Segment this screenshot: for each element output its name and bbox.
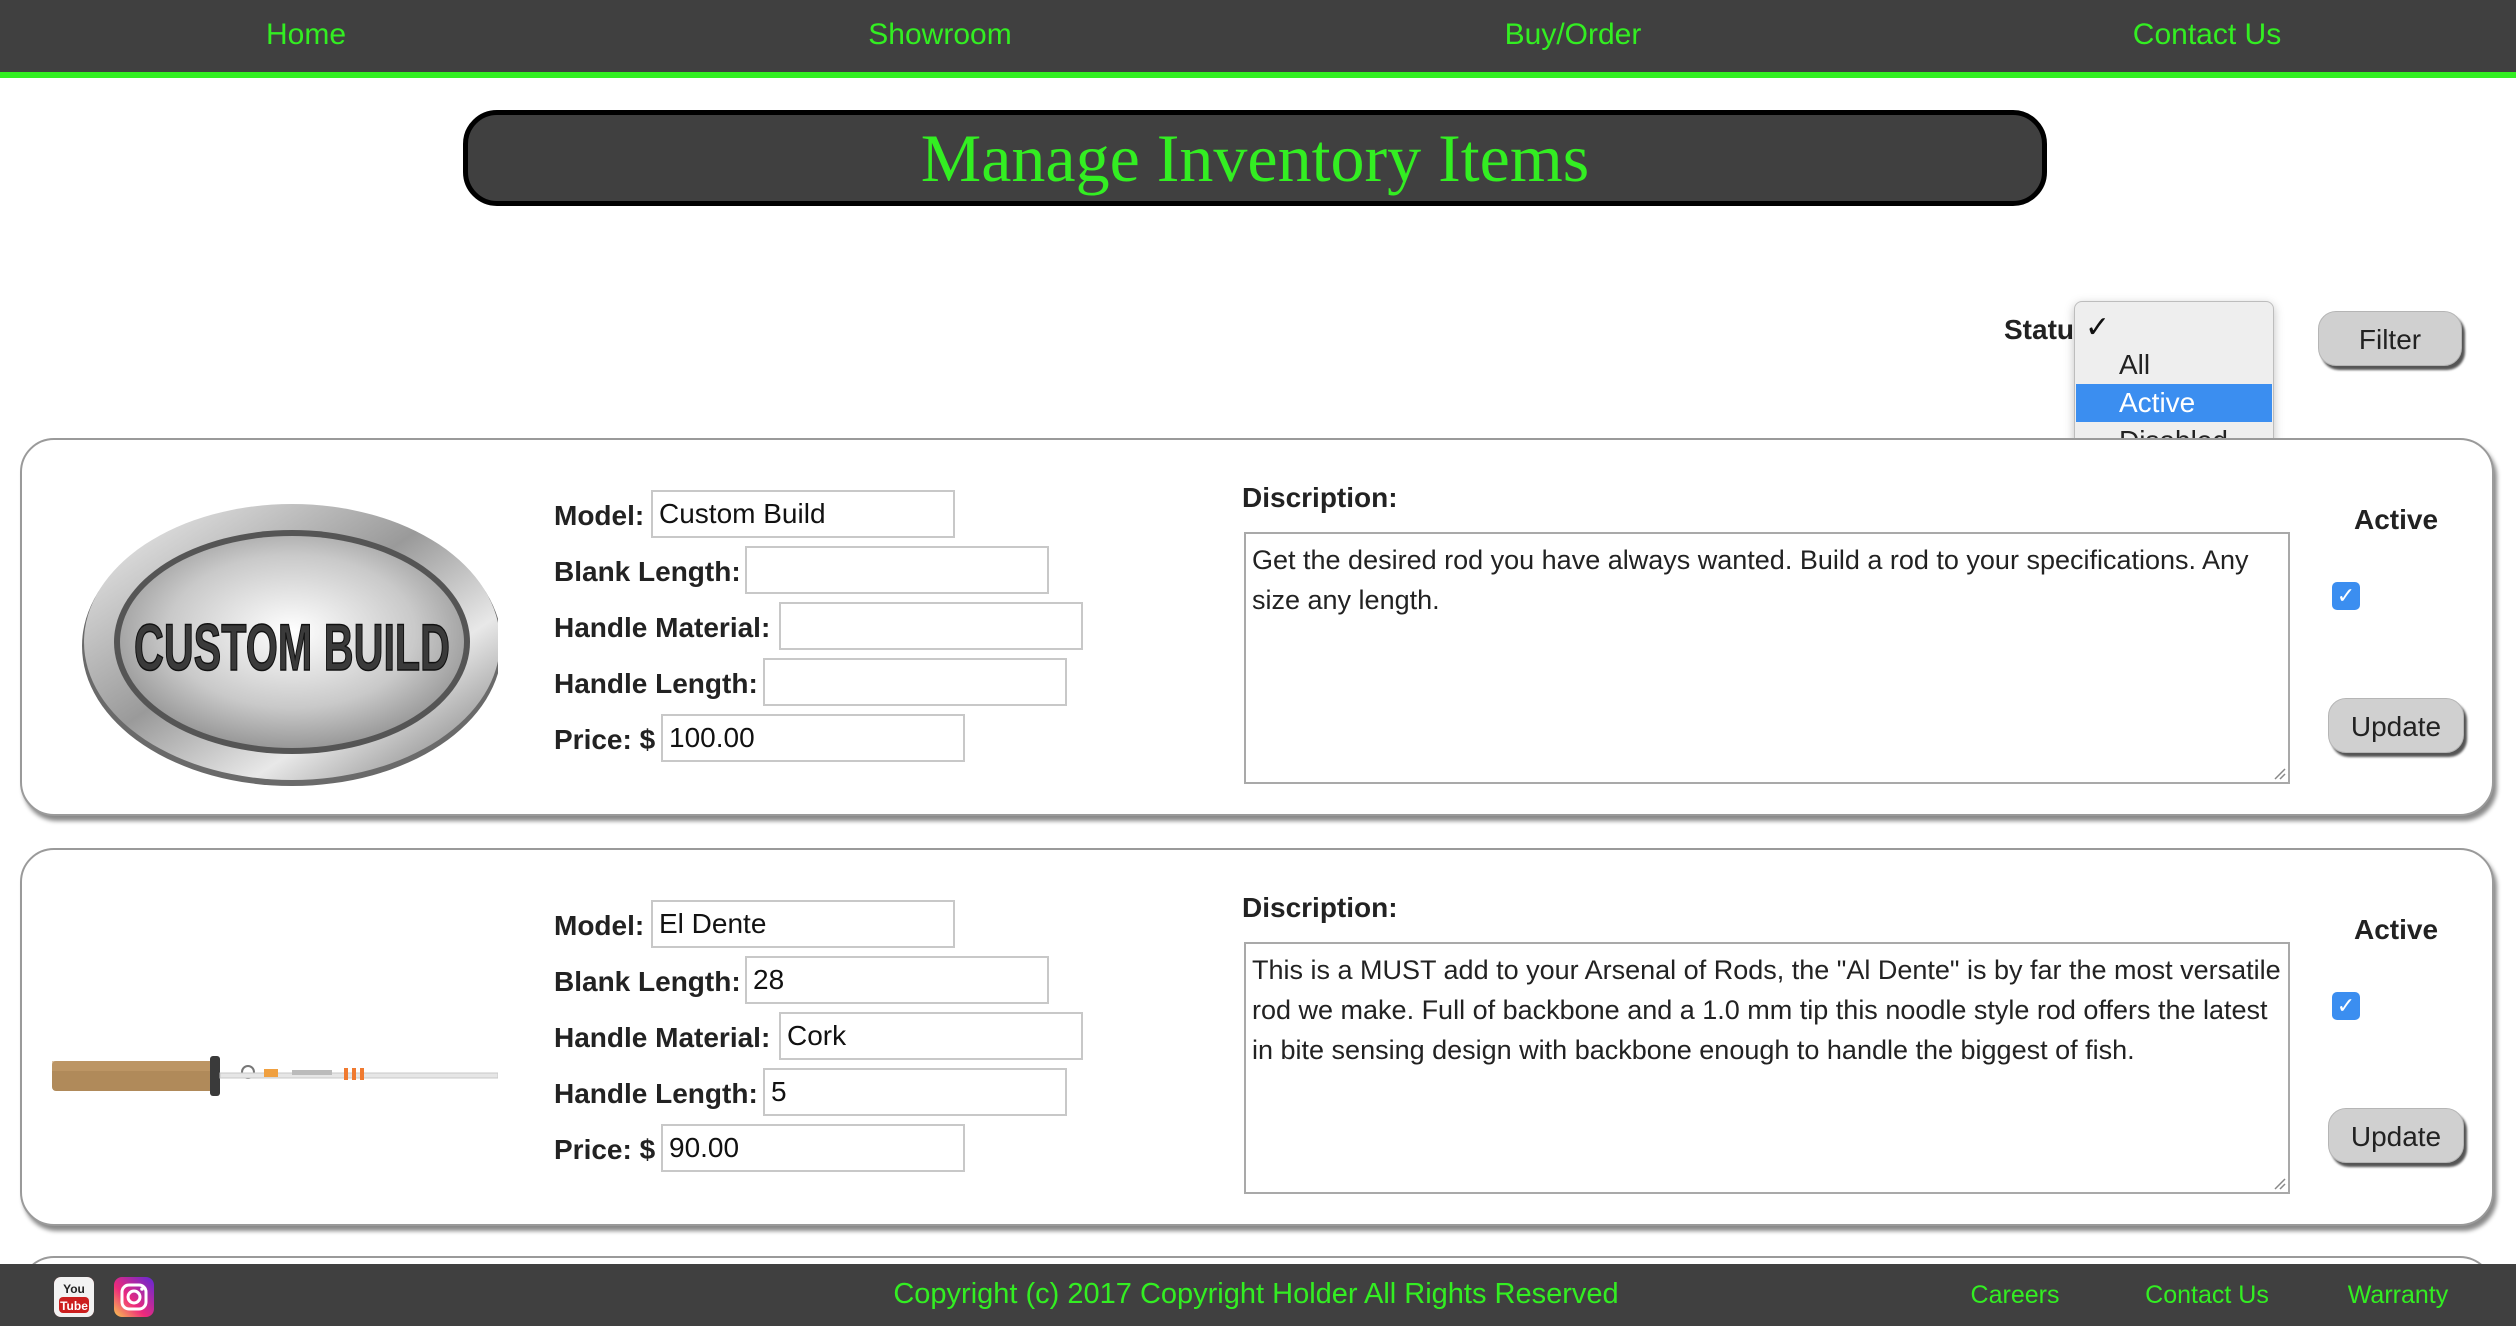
handle-length-label: Handle Length:	[554, 1078, 758, 1109]
active-label: Active	[2354, 504, 2439, 535]
handle-material-label: Handle Material:	[554, 612, 771, 643]
footer-careers-link[interactable]: Careers	[1971, 1281, 2060, 1310]
status-option-all[interactable]: All	[2076, 346, 2272, 384]
checkmark-icon: ✓	[2336, 583, 2356, 608]
model-label: Model:	[554, 910, 645, 941]
footer-warranty-link[interactable]: Warranty	[2348, 1281, 2448, 1310]
blank-length-label: Blank Length:	[554, 966, 741, 997]
blank-length-input[interactable]	[745, 546, 1049, 594]
instagram-icon[interactable]	[114, 1277, 154, 1317]
page-title-banner: Manage Inventory Items	[463, 110, 2047, 206]
update-button[interactable]: Update	[2328, 698, 2464, 753]
youtube-icon[interactable]: You Tube	[54, 1277, 94, 1317]
active-checkbox[interactable]: ✓	[2332, 582, 2360, 610]
nav-showroom-link[interactable]: Showroom	[868, 18, 1011, 52]
price-label: Price: $	[554, 1134, 656, 1165]
svg-text:You: You	[63, 1282, 85, 1296]
nav-contact-us-link[interactable]: Contact Us	[2133, 18, 2281, 52]
description-label: Discription:	[1242, 892, 1398, 923]
footer: You Tube Copyright (c) 2017 Copyright Ho…	[0, 1264, 2516, 1326]
update-button[interactable]: Update	[2328, 1108, 2464, 1163]
handle-material-input[interactable]: Cork	[779, 1012, 1083, 1060]
status-filter-label: Statu	[2004, 314, 2074, 345]
checkmark-icon: ✓	[2336, 993, 2356, 1018]
footer-contact-us-link[interactable]: Contact Us	[2145, 1281, 2269, 1310]
page-title: Manage Inventory Items	[920, 120, 1590, 196]
fishing-rod-image	[52, 1056, 498, 1096]
active-checkbox[interactable]: ✓	[2332, 992, 2360, 1020]
inventory-item-card: Model: El Dente Blank Length: 28 Handle …	[20, 848, 2494, 1226]
price-input[interactable]: 100.00	[661, 714, 965, 762]
handle-material-input[interactable]	[779, 602, 1083, 650]
description-label: Discription:	[1242, 482, 1398, 513]
copyright-text: Copyright (c) 2017 Copyright Holder All …	[893, 1278, 1619, 1310]
description-text: Get the desired rod you have always want…	[1252, 545, 2249, 615]
description-text: This is a MUST add to your Arsenal of Ro…	[1252, 955, 2281, 1065]
checkmark-icon: ✓	[2085, 311, 2111, 344]
nav-buy-order-link[interactable]: Buy/Order	[1505, 18, 1642, 52]
handle-length-label: Handle Length:	[554, 668, 758, 699]
model-input[interactable]: El Dente	[651, 900, 955, 948]
resize-grip-icon[interactable]	[2272, 766, 2286, 780]
nav-home-link[interactable]: Home	[266, 18, 346, 52]
handle-length-input[interactable]: 5	[763, 1068, 1067, 1116]
model-label: Model:	[554, 500, 645, 531]
status-option-active[interactable]: Active	[2076, 384, 2272, 422]
blank-length-input[interactable]: 28	[745, 956, 1049, 1004]
model-input[interactable]: Custom Build	[651, 490, 955, 538]
description-textarea[interactable]: This is a MUST add to your Arsenal of Ro…	[1244, 942, 2290, 1194]
price-input[interactable]: 90.00	[661, 1124, 965, 1172]
svg-text:Tube: Tube	[60, 1299, 88, 1313]
handle-length-input[interactable]	[763, 658, 1067, 706]
price-label: Price: $	[554, 724, 656, 755]
inventory-item-card: CUSTOM BUILD Model: Custom Build Blank L…	[20, 438, 2494, 816]
custom-build-logo-image: CUSTOM BUILD	[82, 504, 498, 786]
resize-grip-icon[interactable]	[2272, 1176, 2286, 1190]
blank-length-label: Blank Length:	[554, 556, 741, 587]
top-nav: Home Showroom Buy/Order Contact Us	[0, 0, 2516, 78]
handle-material-label: Handle Material:	[554, 1022, 771, 1053]
filter-button[interactable]: Filter	[2318, 311, 2462, 366]
custom-build-logo-text: CUSTOM BUILD	[134, 610, 450, 684]
active-label: Active	[2354, 914, 2439, 945]
description-textarea[interactable]: Get the desired rod you have always want…	[1244, 532, 2290, 784]
